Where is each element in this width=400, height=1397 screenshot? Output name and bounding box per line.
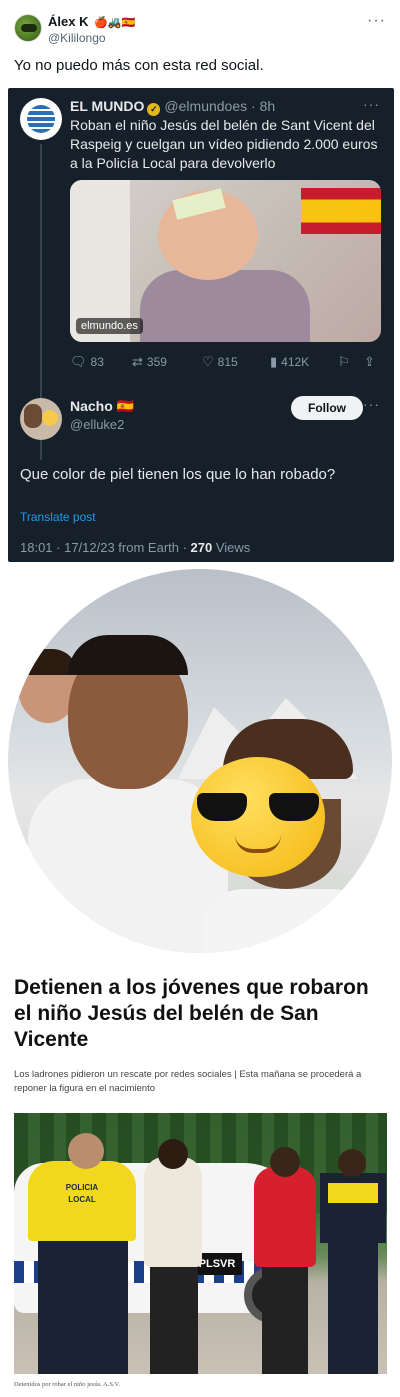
post-views-count: 270 <box>190 540 213 555</box>
officer-legs <box>328 1243 378 1374</box>
avatar[interactable] <box>14 14 42 42</box>
quoted-author-name: EL MUNDO <box>70 98 145 114</box>
detainee-legs <box>150 1265 198 1374</box>
elmundo-avatar[interactable] <box>20 98 62 140</box>
post-meta: 18:01 · 17/12/23 from Earth · 270 Views <box>20 540 250 555</box>
reply-icon: 🗨 <box>70 354 87 369</box>
vest-text: POLICIA <box>65 1183 99 1192</box>
article-subhead: Los ladrones pidieron un rescate por red… <box>14 1069 362 1094</box>
photo-shirt <box>203 889 373 953</box>
verified-gold-icon: ✓ <box>147 103 161 116</box>
like-count: 815 <box>217 355 238 369</box>
tweet-header: Álex K 🍎🚜🇪🇸 @Kililongo ··· Yo no puedo m… <box>0 0 400 86</box>
quoted-author-handle: @elmundoes · 8h <box>164 98 276 114</box>
follow-button[interactable]: Follow <box>291 396 363 420</box>
officer-head <box>68 1133 104 1169</box>
post-views-label: Views <box>212 540 251 555</box>
photo-caption: Detenidos por robar el niño jesús. A.S.V… <box>14 1381 121 1388</box>
author-name[interactable]: Álex K 🍎🚜🇪🇸 <box>48 14 135 29</box>
like-button[interactable]: ♡ 815 <box>202 354 270 370</box>
police-officer: POLICIA LOCAL <box>20 1133 140 1374</box>
profile-photo <box>8 569 392 953</box>
vest-text: LOCAL <box>68 1195 96 1204</box>
police-vest <box>320 1173 386 1243</box>
more-options-icon[interactable]: ··· <box>367 12 386 30</box>
author-name-text: Álex K <box>48 14 89 29</box>
retweet-icon: ⇄ <box>132 354 143 369</box>
author-handle[interactable]: @Kililongo <box>48 31 106 45</box>
police-officer <box>320 1147 386 1374</box>
retweet-button[interactable]: ⇄ 359 <box>132 354 202 370</box>
reply-count: 83 <box>90 355 104 369</box>
detainee-head <box>270 1147 300 1177</box>
reply-author-name[interactable]: Nacho 🇪🇸 <box>70 398 134 415</box>
post-timestamp[interactable]: 18:01 · 17/12/23 from Earth · <box>20 540 191 555</box>
reply-text: Que color de piel tienen los que lo han … <box>20 466 336 483</box>
photo-hair <box>68 635 188 675</box>
detainee-head <box>158 1139 188 1169</box>
detainee <box>144 1139 202 1374</box>
officer-legs <box>38 1241 128 1374</box>
media-figure <box>140 270 310 342</box>
quoted-author[interactable]: EL MUNDO ✓ @elmundoes · 8h <box>70 98 275 116</box>
views-count: 412K <box>281 355 310 369</box>
share-icon: ⇪ <box>364 354 375 369</box>
bar-chart-icon: ▮ <box>270 354 278 369</box>
article-headline[interactable]: Detienen a los jóvenes que robaron el ni… <box>14 975 386 1053</box>
detainee <box>254 1147 316 1374</box>
retweet-count: 359 <box>146 355 167 369</box>
detainee-hoodie <box>254 1167 316 1267</box>
author-emojis: 🍎🚜🇪🇸 <box>94 17 136 29</box>
reply-author-handle[interactable]: @elluke2 <box>70 417 124 432</box>
quoted-text: Roban el niño Jesús del belén de Sant Vi… <box>70 117 378 171</box>
embedded-screenshot: EL MUNDO ✓ @elmundoes · 8h ··· Roban el ni… <box>8 88 394 562</box>
reply-avatar[interactable] <box>20 398 62 440</box>
smile-icon <box>235 835 281 853</box>
engagement-bar: 🗨 83 ⇄ 359 ♡ 815 ▮ 412K ⚐ ⇪ <box>70 352 388 372</box>
heart-icon: ♡ <box>202 354 214 369</box>
more-options-icon[interactable]: ··· <box>363 396 380 412</box>
translate-link[interactable]: Translate post <box>20 510 96 524</box>
quoted-media[interactable]: elmundo.es <box>70 180 381 342</box>
detainee-jacket <box>144 1157 202 1267</box>
detainee-legs <box>262 1265 308 1374</box>
reply-button[interactable]: 🗨 83 <box>70 354 132 370</box>
share-button[interactable]: ⇪ <box>364 354 384 370</box>
police-vest: POLICIA LOCAL <box>28 1161 136 1241</box>
tweet-text: Yo no puedo más con esta red social. <box>14 57 264 74</box>
views-button[interactable]: ▮ 412K <box>270 354 338 370</box>
bookmark-icon: ⚐ <box>338 354 350 369</box>
sunglasses-emoji-icon <box>191 757 325 877</box>
more-options-icon[interactable]: ··· <box>363 96 380 112</box>
photo-man <box>28 635 228 953</box>
media-source-badge[interactable]: elmundo.es <box>76 318 143 334</box>
article-photo[interactable]: PLSVR POLICIA LOCAL <box>14 1113 387 1374</box>
bookmark-button[interactable]: ⚐ <box>338 354 364 370</box>
media-flag <box>301 188 381 234</box>
officer-head <box>338 1149 366 1177</box>
sunglasses-icon <box>197 793 319 821</box>
